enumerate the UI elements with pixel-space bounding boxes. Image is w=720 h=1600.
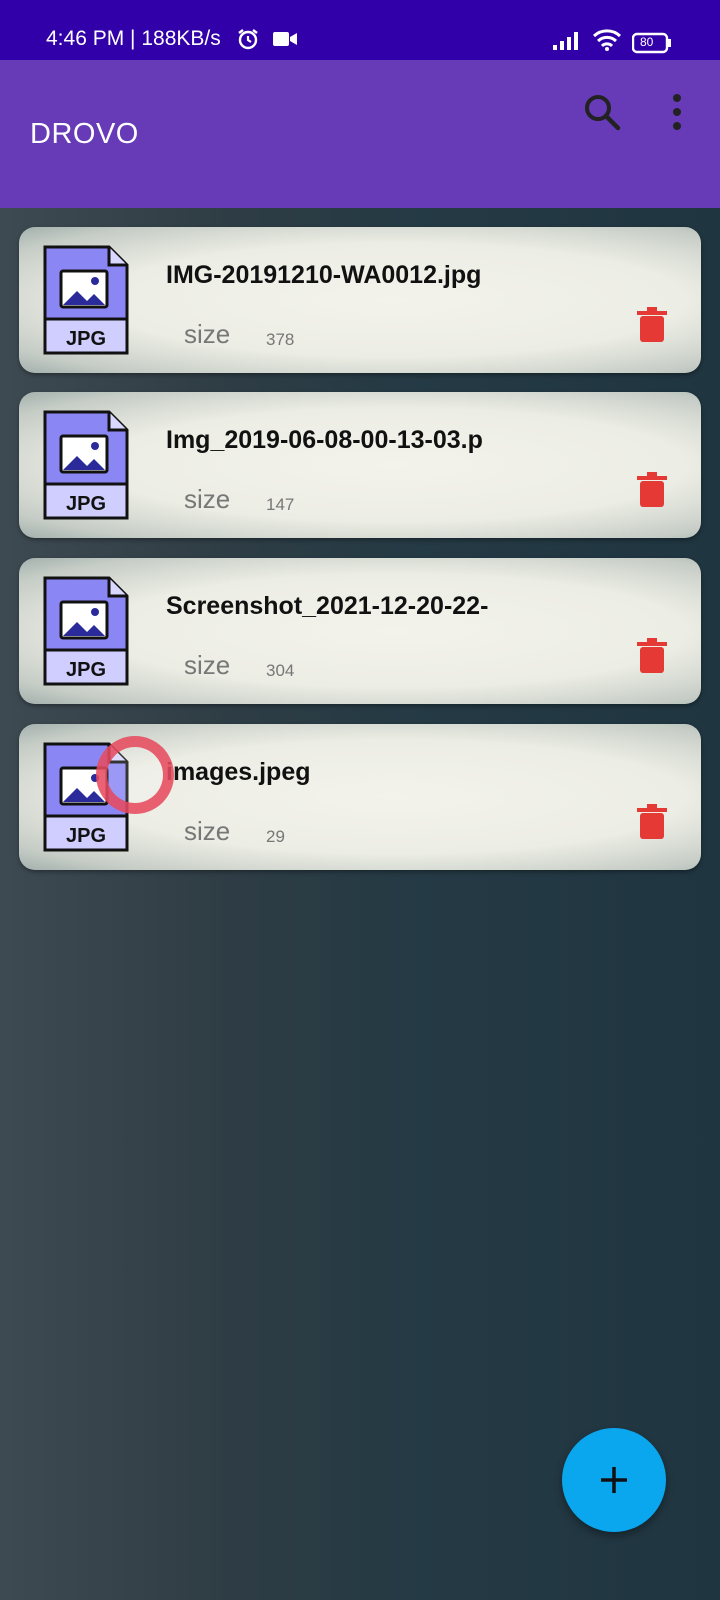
file-card[interactable]: JPG Screenshot_2021-12-20-22- size 304 [19, 558, 701, 704]
jpg-file-icon: JPG [41, 243, 131, 355]
size-value: 147 [266, 495, 295, 514]
file-name: Screenshot_2021-12-20-22- [166, 592, 489, 620]
file-card[interactable]: JPG Img_2019-06-08-00-13-03.p size 147 [19, 392, 701, 538]
status-time: 4:46 PM | 188KB/s [46, 27, 221, 50]
size-value: 304 [266, 661, 295, 680]
size-label: size [184, 650, 231, 680]
battery-icon: 80 [632, 32, 672, 54]
more-vert-icon[interactable] [660, 90, 694, 134]
size-label: size [184, 319, 231, 349]
size-label: size [184, 484, 231, 514]
delete-icon[interactable] [637, 472, 667, 508]
svg-text:JPG: JPG [66, 328, 106, 350]
status-bar: 4:46 PM | 188KB/s 80 [0, 0, 720, 60]
delete-icon[interactable] [637, 804, 667, 840]
wifi-icon [592, 28, 622, 57]
delete-icon[interactable] [637, 307, 667, 343]
svg-text:JPG: JPG [66, 825, 106, 847]
file-name: Img_2019-06-08-00-13-03.p [166, 426, 483, 454]
svg-text:JPG: JPG [66, 493, 106, 515]
search-icon[interactable] [580, 90, 624, 134]
add-file-button[interactable] [562, 1428, 666, 1532]
app-bar: DROVO [0, 60, 720, 208]
touch-indicator [96, 736, 174, 814]
alarm-icon [236, 27, 260, 56]
plus-icon [601, 1467, 627, 1493]
file-name: images.jpeg [166, 758, 311, 786]
size-value: 29 [266, 827, 285, 846]
size-value: 378 [266, 330, 295, 349]
size-label: size [184, 816, 231, 846]
delete-icon[interactable] [637, 638, 667, 674]
svg-text:JPG: JPG [66, 659, 106, 681]
jpg-file-icon: JPG [41, 408, 131, 520]
app-title: DROVO [30, 118, 139, 150]
video-icon [272, 30, 298, 53]
jpg-file-icon: JPG [41, 574, 131, 686]
file-card[interactable]: JPG IMG-20191210-WA0012.jpg size 378 [19, 227, 701, 373]
signal-icon [552, 29, 582, 56]
file-name: IMG-20191210-WA0012.jpg [166, 261, 482, 289]
battery-level: 80 [640, 34, 654, 49]
